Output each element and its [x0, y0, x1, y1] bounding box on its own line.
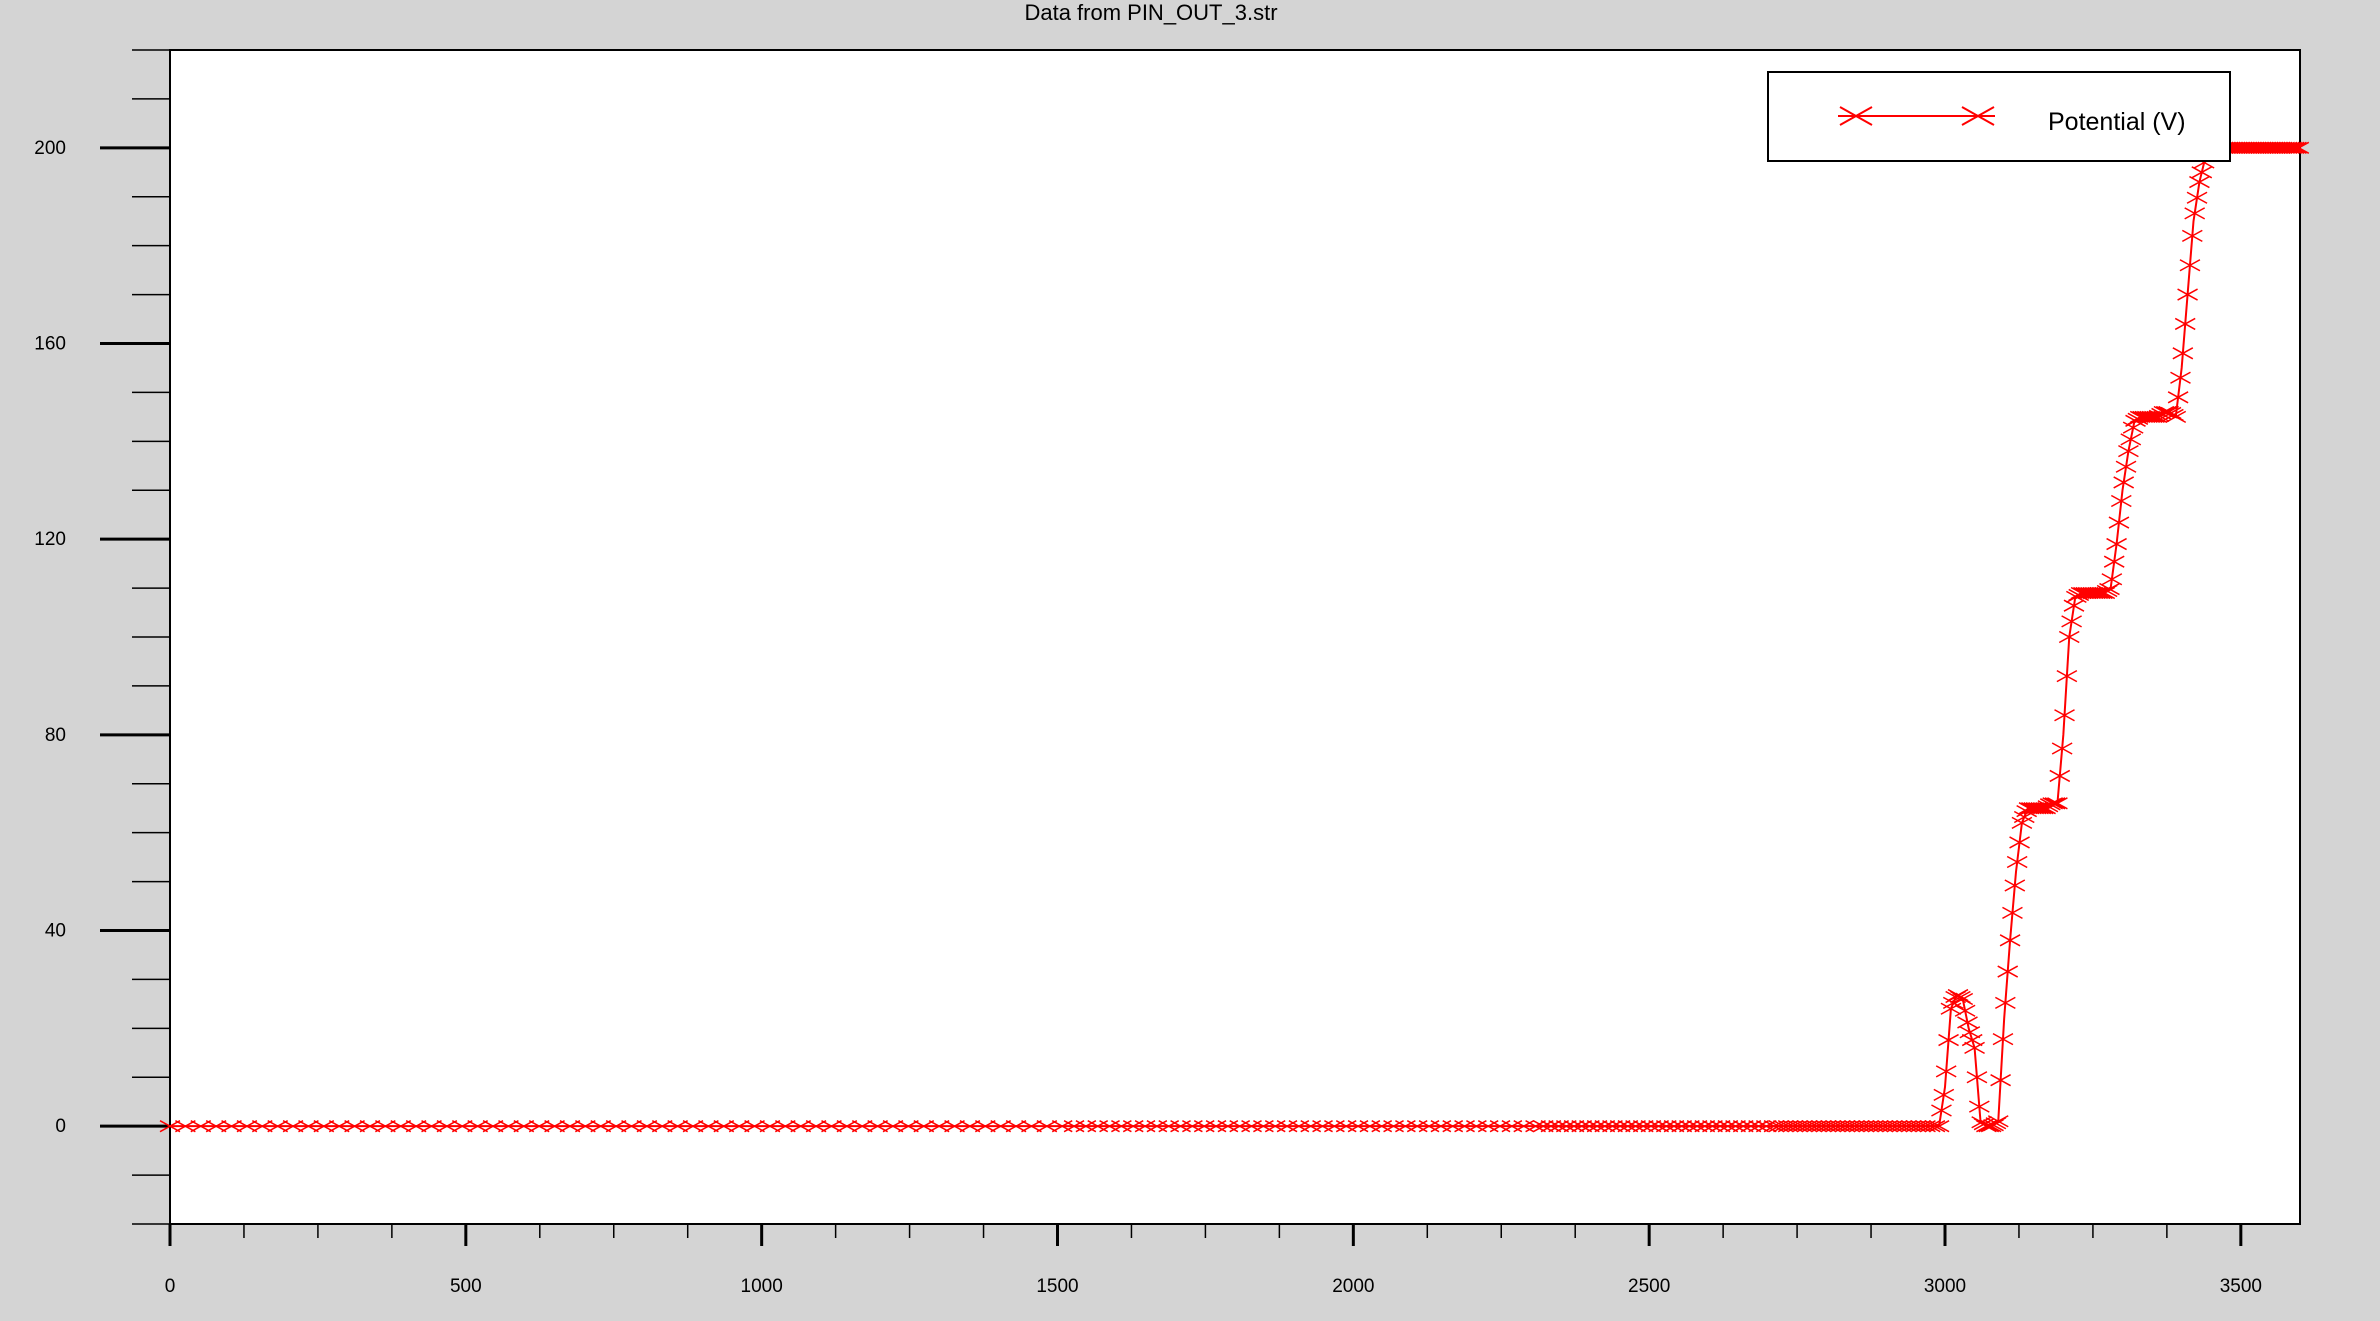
x-tick-label: 1500 — [1036, 1276, 1078, 1297]
y-tick-label: 40 — [45, 921, 66, 942]
x-tick-label: 2000 — [1332, 1276, 1374, 1297]
plot-area — [169, 49, 2301, 1225]
legend: Potential (V) — [1767, 71, 2231, 162]
y-tick-label: 0 — [55, 1116, 66, 1137]
chart-title: Data from PIN_OUT_3.str — [1024, 0, 1277, 25]
x-tick-label: 3500 — [2220, 1276, 2262, 1297]
x-tick-label: 500 — [450, 1276, 482, 1297]
x-tick-label: 2500 — [1628, 1276, 1670, 1297]
x-tick-label: 0 — [165, 1276, 176, 1297]
y-tick-label: 80 — [45, 725, 66, 746]
y-tick-label: 200 — [34, 138, 66, 159]
x-tick-label: 3000 — [1924, 1276, 1966, 1297]
x-tick-label: 1000 — [741, 1276, 783, 1297]
chart: Data from PIN_OUT_3.str 0 40 80 120 160 200 0… — [0, 0, 2380, 1321]
legend-label: Potential (V) — [2048, 108, 2186, 136]
y-tick-label: 120 — [34, 529, 66, 550]
y-tick-label: 160 — [34, 334, 66, 355]
